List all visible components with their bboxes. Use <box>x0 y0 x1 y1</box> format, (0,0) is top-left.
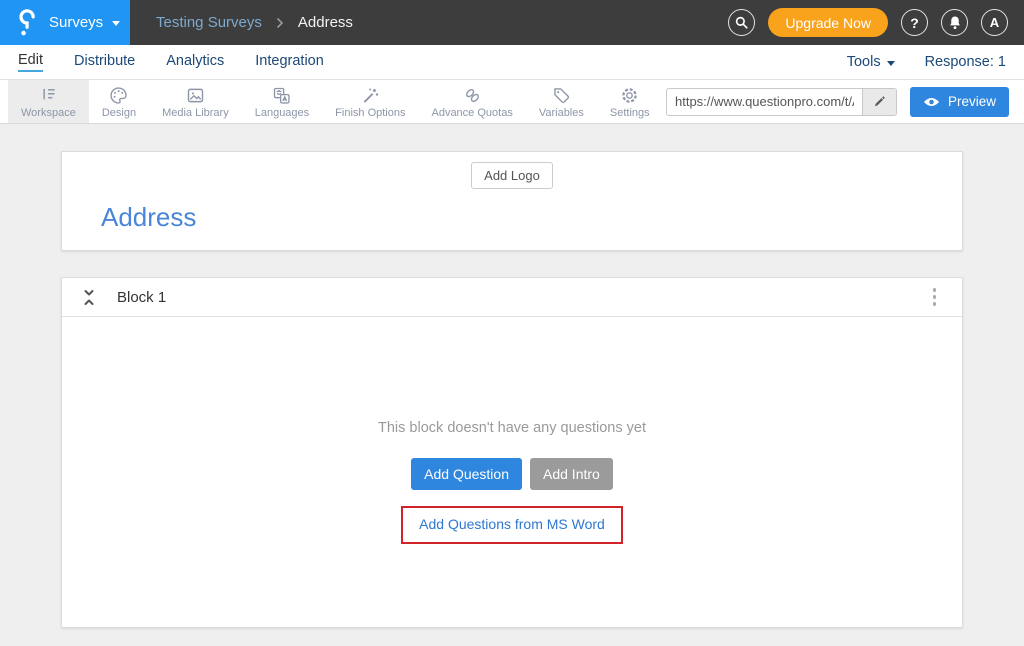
survey-url-input[interactable] <box>667 94 862 109</box>
help-icon: ? <box>910 15 919 31</box>
toolbar-label: Variables <box>539 107 584 119</box>
breadcrumb: Testing Surveys Address <box>156 14 353 31</box>
chevron-down-icon <box>887 61 895 66</box>
survey-header-card: Add Logo Address <box>61 151 963 251</box>
block-menu-button[interactable] <box>927 284 943 310</box>
add-logo-button[interactable]: Add Logo <box>471 162 553 189</box>
collapse-icon <box>82 289 96 306</box>
toolbar-label: Advance Quotas <box>431 107 512 119</box>
survey-workspace: Add Logo Address Block 1 This block does… <box>0 124 1024 628</box>
toolbar-item-media-library[interactable]: Media Library <box>149 80 242 123</box>
preview-button[interactable]: Preview <box>910 87 1009 117</box>
toolbar-label: Finish Options <box>335 107 405 119</box>
toolbar-item-settings[interactable]: Settings <box>597 80 663 123</box>
tools-menu[interactable]: Tools <box>847 54 895 70</box>
toolbar-right: Preview <box>666 80 1024 123</box>
product-name: Surveys <box>49 14 103 31</box>
toolbar-label: Design <box>102 107 136 119</box>
top-bar: Surveys Testing Surveys Address Upgrade … <box>0 0 1024 45</box>
chevron-right-icon <box>276 17 284 29</box>
add-from-word-highlight: Add Questions from MS Word <box>401 506 623 544</box>
tab-distribute[interactable]: Distribute <box>74 53 135 71</box>
top-bar-actions: Upgrade Now ? A <box>728 8 1024 37</box>
help-button[interactable]: ? <box>901 9 928 36</box>
upgrade-now-button[interactable]: Upgrade Now <box>768 8 888 37</box>
toolbar-item-workspace[interactable]: Workspace <box>8 80 89 123</box>
tab-integration[interactable]: Integration <box>255 53 324 71</box>
collapse-block-button[interactable] <box>82 289 96 306</box>
avatar[interactable]: A <box>981 9 1008 36</box>
kebab-icon <box>933 288 937 292</box>
tab-edit[interactable]: Edit <box>18 52 43 72</box>
notifications-button[interactable] <box>941 9 968 36</box>
breadcrumb-current: Address <box>298 14 353 31</box>
block-title[interactable]: Block 1 <box>117 289 166 306</box>
toolbar-label: Settings <box>610 107 650 119</box>
toolbar-item-design[interactable]: Design <box>89 80 149 123</box>
toolbar-item-languages[interactable]: Languages <box>242 80 322 123</box>
toolbar-label: Workspace <box>21 107 76 119</box>
search-icon <box>734 15 749 30</box>
survey-title[interactable]: Address <box>101 202 962 233</box>
toolbar-item-variables[interactable]: Variables <box>526 80 597 123</box>
bell-icon <box>948 15 962 30</box>
eye-icon <box>923 96 940 108</box>
tools-label: Tools <box>847 54 881 70</box>
advance-quotas-icon <box>462 85 483 106</box>
workspace-icon <box>38 85 59 106</box>
breadcrumb-parent[interactable]: Testing Surveys <box>156 14 262 31</box>
variables-icon <box>551 85 572 106</box>
search-button[interactable] <box>728 9 755 36</box>
editor-toolbar: Workspace Design Media Library Languages <box>0 80 1024 124</box>
add-questions-from-ms-word-link[interactable]: Add Questions from MS Word <box>419 516 605 532</box>
survey-url-field <box>666 88 897 116</box>
block-actions: Add Question Add Intro <box>411 458 613 490</box>
settings-icon <box>619 85 640 106</box>
add-question-button[interactable]: Add Question <box>411 458 522 490</box>
block-header: Block 1 <box>62 278 962 317</box>
languages-icon <box>271 85 292 106</box>
block-card: Block 1 This block doesn't have any ques… <box>61 277 963 628</box>
nav-right: Tools Response: 1 <box>847 54 1006 70</box>
block-body: This block doesn't have any questions ye… <box>62 317 962 627</box>
media-library-icon <box>185 85 206 106</box>
finish-options-icon <box>360 85 381 106</box>
section-nav: Edit Distribute Analytics Integration To… <box>0 45 1024 80</box>
empty-block-message: This block doesn't have any questions ye… <box>378 420 646 436</box>
toolbar-label: Media Library <box>162 107 229 119</box>
edit-url-button[interactable] <box>862 89 896 115</box>
toolbar-item-finish-options[interactable]: Finish Options <box>322 80 418 123</box>
tab-analytics[interactable]: Analytics <box>166 53 224 71</box>
pencil-icon <box>872 94 887 109</box>
add-intro-button[interactable]: Add Intro <box>530 458 613 490</box>
surveys-menu[interactable]: Surveys <box>0 0 130 45</box>
avatar-letter: A <box>990 15 999 30</box>
chevron-down-icon <box>112 21 120 26</box>
toolbar-label: Languages <box>255 107 309 119</box>
toolbar-item-advance-quotas[interactable]: Advance Quotas <box>418 80 525 123</box>
response-count: Response: 1 <box>925 54 1006 70</box>
preview-label: Preview <box>948 94 996 109</box>
design-icon <box>108 85 129 106</box>
questionpro-logo-icon <box>15 8 40 37</box>
